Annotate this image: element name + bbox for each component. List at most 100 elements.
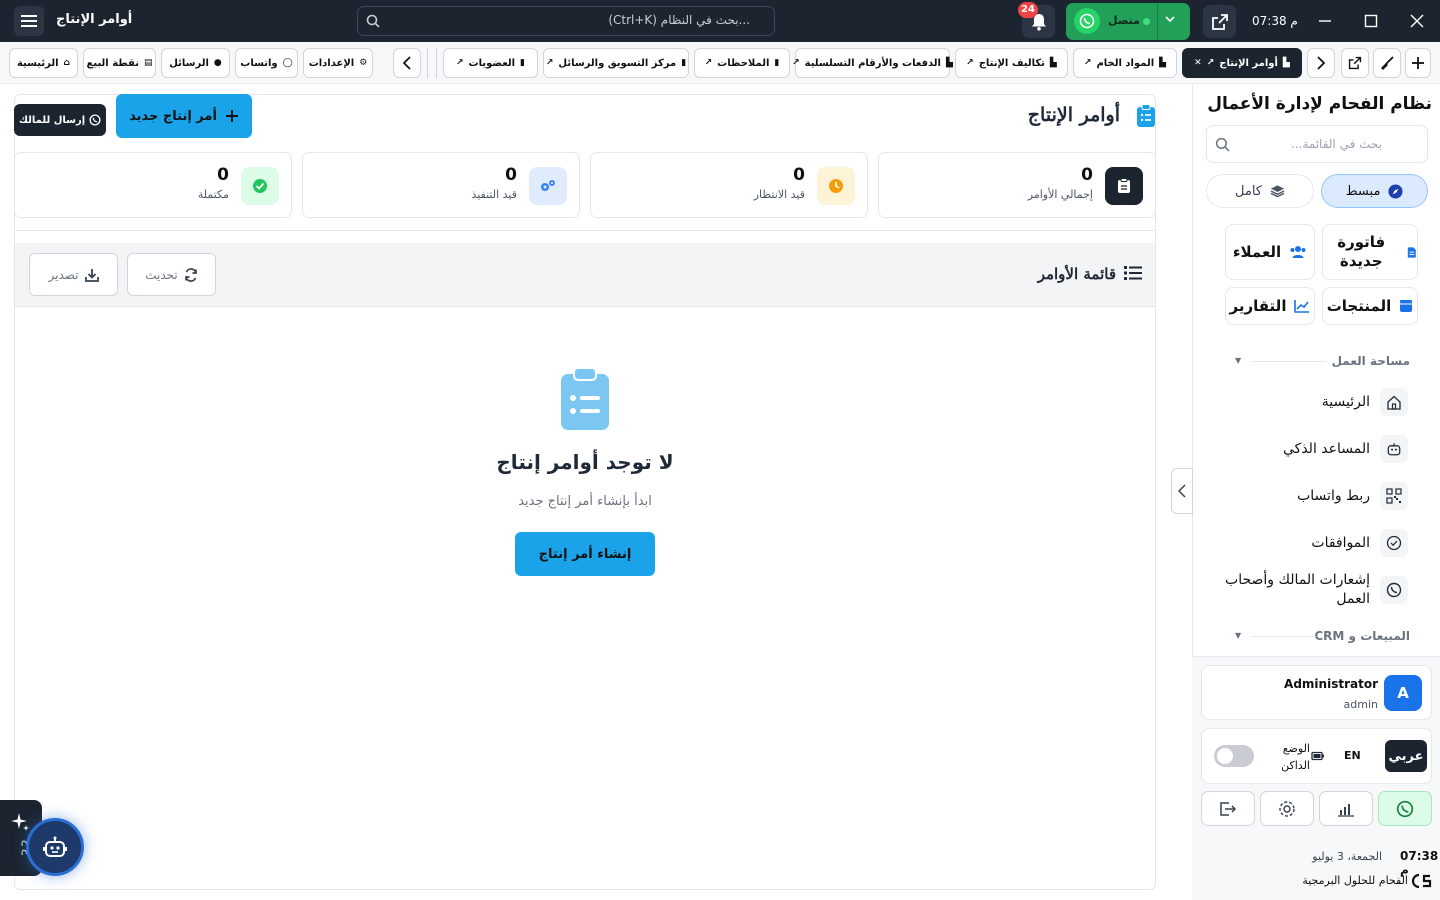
footer-settings-button[interactable] — [1260, 791, 1314, 826]
clipboard-icon — [1105, 167, 1143, 205]
search-icon — [366, 14, 380, 28]
maximize-icon[interactable] — [1364, 14, 1378, 28]
factory-icon: ▙ — [1159, 58, 1167, 68]
refresh-button[interactable]: تحديث — [127, 253, 216, 296]
factory-icon: ▙ — [945, 58, 953, 68]
sidebar-collapse-button[interactable] — [1171, 468, 1193, 514]
close-icon[interactable]: ✕ — [1194, 58, 1202, 68]
sidebar-item-home[interactable]: الرئيسية — [1210, 382, 1430, 422]
sidebar-item-owner-notifications[interactable]: إشعارات المالك وأصحاب العمل — [1210, 570, 1430, 612]
quick-messages-button[interactable]: الرسائل ● — [161, 48, 230, 78]
export-button[interactable]: تصدير — [29, 253, 118, 296]
notifications-badge: 24 — [1018, 2, 1038, 18]
close-icon[interactable] — [1410, 14, 1424, 28]
clipboard-list-icon — [561, 367, 609, 430]
box-icon — [1400, 300, 1413, 312]
external-link-icon: ↗ — [455, 58, 464, 68]
chevron-down-icon[interactable]: ▼ — [1235, 631, 1241, 640]
external-link-icon — [1348, 56, 1362, 70]
factory-icon: ▙ — [1282, 58, 1290, 68]
detach-tab-button[interactable] — [1341, 48, 1369, 78]
external-link-icon: ↗ — [1083, 58, 1092, 68]
tab-production-costs[interactable]: ↗ تكاليف الإنتاج ▙ — [955, 48, 1068, 78]
plus-icon — [1412, 57, 1424, 69]
home-icon: ⌂ — [63, 58, 70, 68]
external-link-icon: ↗ — [1206, 58, 1215, 68]
tab-memberships[interactable]: ↗ العضويات ▮ — [443, 48, 538, 78]
lang-ar-button[interactable]: عربي — [1385, 740, 1427, 772]
section-workspace[interactable]: مساحة العمل — [1332, 354, 1410, 368]
external-link-icon: ↗ — [792, 58, 800, 68]
sidebar-item-approvals[interactable]: الموافقات — [1210, 523, 1430, 563]
external-link-icon: ↗ — [545, 58, 554, 68]
chevron-right-icon — [1317, 56, 1326, 70]
chevron-down-icon[interactable] — [1163, 12, 1177, 26]
quick-new-invoice[interactable]: فاتورة جديدة — [1322, 224, 1418, 280]
chart-line-icon — [1294, 300, 1310, 313]
mode-full-toggle[interactable]: كامل — [1206, 174, 1314, 208]
send-to-owner-button[interactable]: إرسال للمالك — [14, 104, 106, 136]
battery-icon — [1311, 751, 1324, 761]
broom-icon — [1381, 56, 1394, 70]
divider — [1252, 361, 1326, 362]
tabs-scroll-left-button[interactable] — [393, 48, 421, 78]
divider — [1252, 636, 1316, 637]
company-logo-icon — [1411, 873, 1432, 889]
section-sales-crm[interactable]: المبيعات و CRM — [1314, 629, 1410, 643]
user-role: admin — [1343, 698, 1378, 711]
clipboard-list-icon — [1137, 104, 1155, 127]
divider — [1157, 3, 1158, 40]
search-icon — [1215, 137, 1230, 152]
cash-register-icon: ▤ — [143, 58, 153, 68]
empty-state-subtitle: ابدأ بإنشاء أمر إنتاج جديد — [518, 494, 652, 509]
add-tab-button[interactable] — [1405, 48, 1431, 78]
quick-whatsapp-button[interactable]: واتساب ◯ — [235, 48, 298, 78]
menu-button[interactable] — [14, 6, 44, 36]
orders-list-title: قائمة الأوامر — [1037, 265, 1116, 283]
refresh-icon — [184, 267, 197, 282]
footer-logout-button[interactable] — [1201, 791, 1255, 826]
tab-raw-materials[interactable]: ↗ المواد الخام ▙ — [1073, 48, 1177, 78]
quick-settings-button[interactable]: الإعدادات ⚙ — [303, 48, 373, 78]
footer-stats-button[interactable] — [1319, 791, 1373, 826]
quick-pos-button[interactable]: نقطة البيع ▤ — [83, 48, 156, 78]
new-production-order-button[interactable]: أمر إنتاج جديد — [116, 94, 252, 138]
tab-marketing-center[interactable]: ↗ مركز التسويق والرسائل ▮ — [543, 48, 689, 78]
external-link-icon: ↗ — [704, 58, 713, 68]
note-icon: ▮ — [681, 58, 687, 68]
tab-batches-serials[interactable]: ↗ الدفعات والأرقام التسلسلية ▙ — [792, 48, 953, 78]
chat-icon: ● — [213, 58, 222, 68]
whatsapp-icon — [1380, 576, 1408, 604]
page-title: أوامر الإنتاج — [1027, 104, 1120, 126]
sidebar-item-ai-assistant[interactable]: المساعد الذكي — [1210, 429, 1430, 469]
gear-icon — [1279, 800, 1295, 817]
tabs-scroll-right-button[interactable] — [1307, 48, 1335, 78]
footer-whatsapp-button[interactable] — [1378, 791, 1432, 826]
quick-reports[interactable]: التقارير — [1225, 287, 1315, 325]
quick-home-button[interactable]: الرئيسية ⌂ — [9, 48, 78, 78]
quick-customers[interactable]: العملاء — [1225, 224, 1315, 280]
create-production-order-button[interactable]: إنشاء أمر إنتاج — [515, 532, 655, 576]
download-icon — [84, 268, 99, 282]
mode-simple-toggle[interactable]: مبسط — [1321, 174, 1428, 208]
open-external-button[interactable] — [1203, 5, 1236, 38]
dark-mode-label: الوضع الداكن — [1281, 742, 1310, 772]
tab-production-orders[interactable]: ✕ ↗ أوامر الإنتاج ▙ — [1182, 48, 1302, 78]
whatsapp-icon — [89, 114, 101, 126]
chevron-down-icon[interactable]: ▼ — [1235, 356, 1241, 365]
lang-en-button[interactable]: EN — [1344, 749, 1361, 762]
check-circle-icon — [241, 167, 279, 205]
gear-icon: ⚙ — [359, 58, 368, 68]
quick-products[interactable]: المنتجات — [1322, 287, 1418, 325]
sidebar-item-whatsapp-link[interactable]: ربط واتساب — [1210, 476, 1430, 516]
minimize-icon[interactable] — [1318, 14, 1332, 28]
tab-notes[interactable]: ↗ الملاحظات ▮ — [694, 48, 790, 78]
whatsapp-icon — [1074, 8, 1100, 34]
tabs-scrollbar[interactable] — [427, 48, 437, 78]
toggle-knob — [1217, 748, 1233, 764]
layers-icon — [1270, 185, 1285, 198]
users-icon — [1290, 246, 1306, 258]
clean-tabs-button[interactable] — [1373, 48, 1401, 78]
bar-chart-icon — [1338, 803, 1354, 817]
ai-assistant-button[interactable] — [26, 818, 84, 876]
